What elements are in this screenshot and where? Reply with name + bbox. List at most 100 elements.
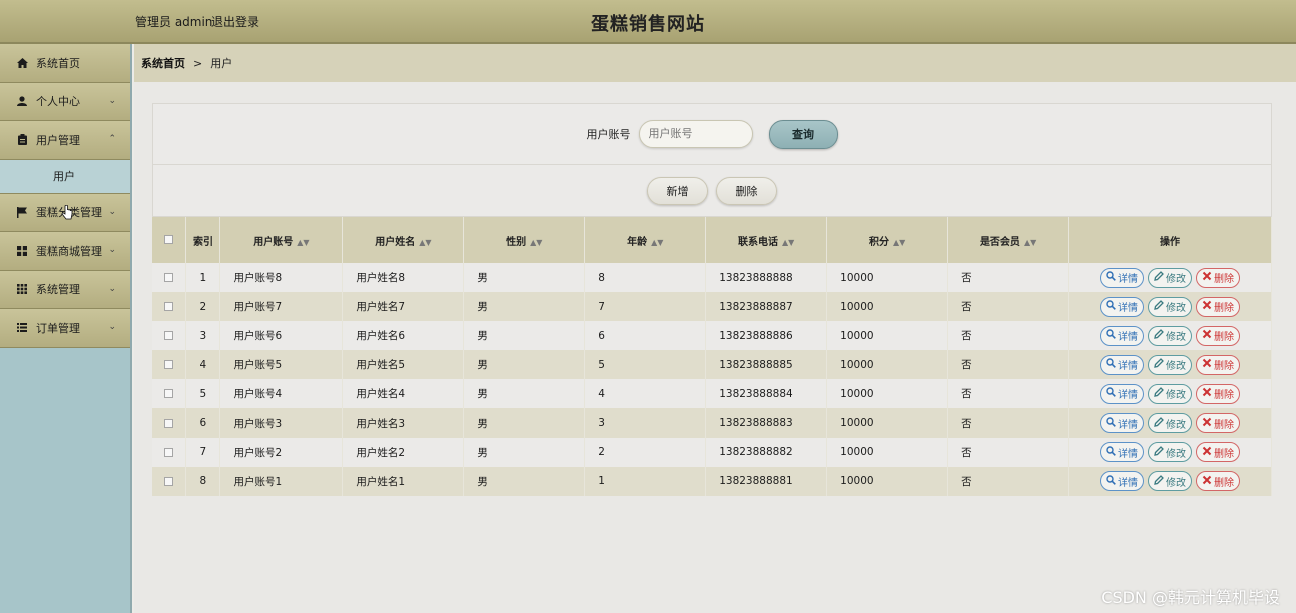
header-account[interactable]: 用户账号 ▲▼	[219, 217, 344, 263]
sidebar-item-personal[interactable]: 个人中心 ⌄	[0, 82, 130, 121]
sidebar: 系统首页 个人中心 ⌄ 用户管理 ⌃ 用户 蛋糕分类管理 ⌄ 蛋糕商城管理 ⌄	[0, 44, 132, 613]
cell-phone: 13823888885	[705, 350, 828, 380]
detail-button[interactable]: 详情	[1100, 442, 1145, 463]
sort-icon[interactable]: ▲▼	[782, 238, 794, 247]
row-checkbox[interactable]	[164, 360, 174, 370]
cell-gender: 男	[463, 408, 586, 438]
cell-operations: 详情 修改 删除	[1068, 379, 1272, 409]
sidebar-item-label: 订单管理	[36, 321, 80, 335]
search-icon	[1106, 416, 1118, 430]
sort-icon[interactable]: ▲▼	[1024, 238, 1036, 247]
cell-points: 10000	[826, 408, 949, 438]
row-select-cell	[152, 408, 187, 438]
edit-button[interactable]: 修改	[1148, 267, 1193, 288]
sidebar-item-orders[interactable]: 订单管理 ⌄	[0, 309, 130, 348]
table-body: 1 用户账号8 用户姓名8 男 8 13823888888 10000 否详情 修改 删除 2 用户账…	[152, 263, 1272, 496]
sidebar-subitem-label: 用户	[53, 170, 75, 183]
cell-age: 3	[584, 408, 707, 438]
detail-button[interactable]: 详情	[1100, 383, 1145, 404]
header-member[interactable]: 是否会员 ▲▼	[947, 217, 1070, 263]
add-button[interactable]: 新增	[647, 176, 708, 205]
cell-member: 否	[947, 263, 1070, 293]
search-icon	[1106, 387, 1118, 400]
row-checkbox[interactable]	[164, 302, 174, 312]
sidebar-item-system[interactable]: 系统管理 ⌄	[0, 270, 130, 309]
row-checkbox[interactable]	[164, 389, 174, 399]
chevron-down-icon: ⌄	[108, 245, 116, 255]
cell-points: 10000	[826, 379, 949, 409]
cell-phone: 13823888882	[705, 437, 828, 467]
row-checkbox[interactable]	[164, 476, 174, 486]
watermark: CSDN @韩元计算机毕设	[1101, 588, 1280, 607]
select-all-cell	[152, 217, 187, 263]
cell-name: 用户姓名5	[342, 350, 465, 380]
header-age[interactable]: 年龄 ▲▼	[584, 217, 707, 263]
select-all-checkbox[interactable]	[164, 235, 174, 244]
header-phone[interactable]: 联系电话 ▲▼	[705, 217, 828, 263]
breadcrumb-current: 用户	[210, 57, 233, 70]
delete-row-button[interactable]: 删除	[1196, 442, 1241, 463]
breadcrumb-home[interactable]: 系统首页	[141, 55, 185, 71]
cell-operations: 详情 修改 删除	[1068, 466, 1272, 496]
detail-button[interactable]: 详情	[1100, 267, 1145, 288]
sort-icon[interactable]: ▲▼	[893, 238, 905, 247]
cell-index: 4	[185, 350, 221, 380]
header-gender[interactable]: 性别 ▲▼	[463, 217, 586, 263]
sidebar-subitem-user[interactable]: 用户	[0, 159, 130, 194]
delete-row-button[interactable]: 删除	[1196, 296, 1241, 317]
search-icon	[1106, 358, 1118, 371]
top-bar: 管理员 admin 退出登录 蛋糕销售网站	[0, 0, 1296, 44]
chevron-down-icon: ⌄	[108, 206, 116, 217]
pencil-icon	[1154, 416, 1166, 430]
cell-age: 4	[584, 379, 707, 409]
cell-member: 否	[947, 292, 1070, 322]
edit-button[interactable]: 修改	[1148, 471, 1193, 492]
header-points[interactable]: 积分 ▲▼	[826, 217, 949, 263]
pencil-icon	[1154, 300, 1166, 313]
detail-button[interactable]: 详情	[1100, 325, 1145, 346]
query-button[interactable]: 查询	[768, 119, 838, 149]
sort-icon[interactable]: ▲▼	[297, 238, 309, 247]
sidebar-item-user-management[interactable]: 用户管理 ⌃	[0, 121, 130, 160]
row-checkbox[interactable]	[164, 273, 174, 283]
edit-button[interactable]: 修改	[1148, 354, 1193, 375]
breadcrumb: 系统首页 > 用户	[134, 44, 1296, 82]
edit-button[interactable]: 修改	[1148, 413, 1193, 434]
cell-account: 用户账号3	[219, 408, 344, 438]
edit-button[interactable]: 修改	[1148, 383, 1193, 404]
sidebar-item-cake-shop[interactable]: 蛋糕商城管理 ⌄	[0, 232, 130, 271]
delete-row-button[interactable]: 删除	[1196, 354, 1241, 375]
detail-button[interactable]: 详情	[1100, 354, 1145, 375]
delete-row-button[interactable]: 删除	[1196, 413, 1241, 434]
row-checkbox[interactable]	[164, 331, 174, 341]
header-name[interactable]: 用户姓名 ▲▼	[342, 217, 465, 263]
cell-operations: 详情 修改 删除	[1068, 408, 1272, 438]
cell-phone: 13823888888	[705, 263, 828, 293]
row-checkbox[interactable]	[164, 418, 174, 428]
delete-row-button[interactable]: 删除	[1196, 471, 1241, 492]
pencil-icon	[1154, 271, 1166, 284]
search-panel: 用户账号 查询	[152, 103, 1272, 165]
sort-icon[interactable]: ▲▼	[419, 238, 431, 247]
row-checkbox[interactable]	[164, 447, 174, 457]
table-header-row: 索引 用户账号 ▲▼ 用户姓名 ▲▼ 性别 ▲▼ 年龄 ▲▼ 联系电话 ▲▼ 积分 ▲▼ 是…	[152, 217, 1272, 263]
detail-button[interactable]: 详情	[1100, 296, 1145, 317]
header-index: 索引	[185, 217, 221, 263]
delete-row-button[interactable]: 删除	[1196, 267, 1241, 288]
delete-row-button[interactable]: 删除	[1196, 383, 1241, 404]
sort-icon[interactable]: ▲▼	[530, 238, 542, 247]
edit-button[interactable]: 修改	[1148, 442, 1193, 463]
delete-button[interactable]: 删除	[716, 176, 777, 205]
search-icon	[1106, 271, 1118, 284]
search-icon	[1106, 300, 1118, 313]
row-select-cell	[152, 379, 187, 409]
edit-button[interactable]: 修改	[1148, 325, 1193, 346]
delete-row-button[interactable]: 删除	[1196, 325, 1241, 346]
detail-button[interactable]: 详情	[1100, 413, 1145, 434]
search-input[interactable]	[638, 120, 753, 148]
sort-icon[interactable]: ▲▼	[651, 238, 663, 247]
sidebar-item-home[interactable]: 系统首页	[0, 44, 130, 83]
edit-button[interactable]: 修改	[1148, 296, 1193, 317]
grid-icon	[16, 245, 28, 257]
detail-button[interactable]: 详情	[1100, 471, 1145, 492]
